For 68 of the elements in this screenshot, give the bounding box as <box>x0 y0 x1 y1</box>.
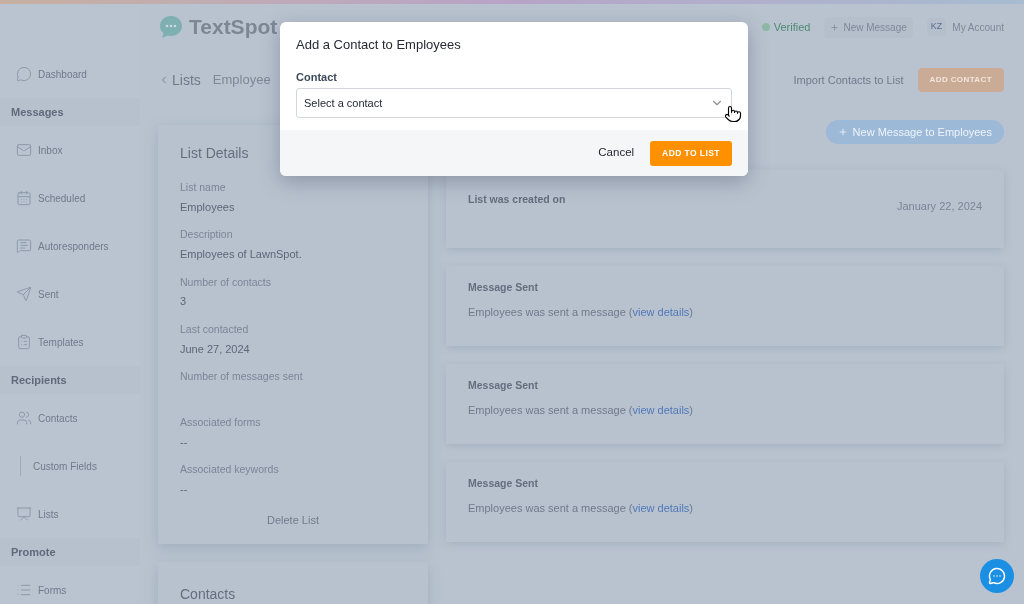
sidebar-item[interactable]: Dashboard <box>38 66 87 82</box>
field-label: Associated forms <box>180 415 262 430</box>
section-heading: Messages <box>11 104 64 120</box>
delete-list-button[interactable]: Delete List <box>267 511 319 528</box>
section-heading: Promote <box>11 544 56 560</box>
pointer-cursor-icon <box>724 104 742 124</box>
sidebar-item[interactable]: Sent <box>38 286 59 302</box>
field-value: -- <box>180 434 189 450</box>
sidebar-item[interactable]: Templates <box>38 334 84 350</box>
sidebar-item[interactable]: Lists <box>38 506 59 522</box>
sidebar-item[interactable]: Inbox <box>38 142 63 158</box>
add-contact-button[interactable]: ADD CONTACT <box>917 68 1004 92</box>
activity-text: Employees was sent a message (view details) <box>468 500 694 516</box>
field-label: Last contacted <box>180 321 250 337</box>
breadcrumb-link[interactable]: Lists <box>172 69 201 91</box>
logo-text: TextSpot <box>189 14 278 41</box>
logo-icon <box>158 14 184 40</box>
activity-text: Employees was sent a message (view details) <box>468 304 694 320</box>
user-avatar: KZ <box>926 18 947 36</box>
sidebar-item[interactable]: Forms <box>38 582 67 598</box>
envelope-icon <box>16 142 32 158</box>
view-details-link[interactable]: view details <box>632 305 690 318</box>
import-contacts-link[interactable]: Import Contacts to List <box>793 71 904 89</box>
chat-bubble-icon <box>16 66 32 82</box>
users-icon <box>16 410 32 426</box>
field-value: June 27, 2024 <box>180 341 251 357</box>
view-details-link[interactable]: view details <box>632 501 690 514</box>
activity-title: Message Sent <box>468 476 540 491</box>
status-label: Verified <box>773 19 811 35</box>
field-label: Number of messages sent <box>180 369 304 384</box>
chat-launcher-button[interactable] <box>980 559 1014 593</box>
section-heading: Recipients <box>11 372 67 388</box>
chat-icon <box>988 567 1006 585</box>
plus-icon <box>837 127 848 137</box>
field-label: Description <box>180 227 234 243</box>
view-details-link[interactable]: view details <box>632 403 690 416</box>
field-value: Employees <box>180 199 236 215</box>
sidebar-item[interactable]: Autoresponders <box>38 238 109 254</box>
activity-text: Employees was sent a message (view details) <box>468 402 694 418</box>
activity-title: List was created on <box>468 192 566 207</box>
sidebar-item[interactable]: Contacts <box>38 410 78 426</box>
field-label: List name <box>180 180 227 195</box>
new-message-to-list-button[interactable]: New Message to Employees <box>825 120 1004 144</box>
activity-title: Message Sent <box>468 378 540 393</box>
sidebar-item[interactable]: Custom Fields <box>33 458 97 474</box>
presentation-board-icon <box>16 506 32 522</box>
dialog-title: Add a Contact to Employees <box>296 36 462 54</box>
add-to-list-button[interactable]: ADD TO LIST <box>650 140 732 166</box>
field-label: Associated keywords <box>180 462 280 478</box>
field-value: 3 <box>180 294 188 310</box>
list-icon <box>16 582 32 598</box>
card-title: Contacts <box>180 586 236 602</box>
clipboard-icon <box>16 334 32 350</box>
field-value: Employees of LawnSpot. <box>180 247 303 262</box>
paper-plane-icon <box>16 286 32 302</box>
sidebar-item[interactable]: Scheduled <box>38 190 86 206</box>
field-value: -- <box>180 482 189 497</box>
field-label: Number of contacts <box>180 274 273 290</box>
plus-icon <box>830 22 840 32</box>
card-title: List Details <box>180 144 249 163</box>
field-label: Contact <box>296 69 338 85</box>
calendar-icon <box>16 190 32 206</box>
activity-date: January 22, 2024 <box>897 199 982 214</box>
account-link[interactable]: My Account <box>952 19 1004 35</box>
cancel-button[interactable]: Cancel <box>596 144 637 162</box>
breadcrumb-current: Employee <box>212 71 271 90</box>
activity-title: Message Sent <box>468 280 540 295</box>
contact-select[interactable]: Select a contact <box>296 88 732 118</box>
